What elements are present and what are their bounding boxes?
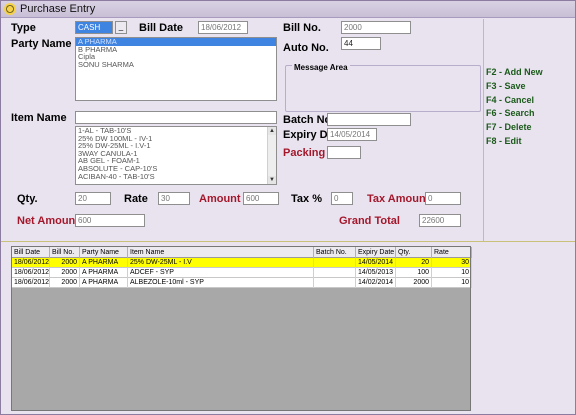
bill-no-label: Bill No. bbox=[283, 22, 321, 34]
item-list[interactable]: 1-AL - TAB-10'S 25% DW 100ML - IV-1 25% … bbox=[75, 126, 277, 185]
amount-label: Amount bbox=[199, 193, 241, 205]
grid-header: Bill Date Bill No. Party Name Item Name … bbox=[12, 247, 472, 258]
cell-rate: 10 bbox=[432, 278, 472, 288]
tax-pct-label: Tax % bbox=[291, 193, 322, 205]
col-expiry-date[interactable]: Expiry Date bbox=[356, 247, 396, 258]
type-select[interactable]: CASH bbox=[75, 21, 113, 34]
col-bill-no[interactable]: Bill No. bbox=[50, 247, 80, 258]
grand-total-label: Grand Total bbox=[339, 215, 400, 227]
cell-batch-no bbox=[314, 258, 356, 268]
bill-date-label: Bill Date bbox=[139, 22, 184, 34]
col-batch-no[interactable]: Batch No. bbox=[314, 247, 356, 258]
message-area-caption: Message Area bbox=[292, 63, 350, 72]
fkey-save[interactable]: F3 - Save bbox=[486, 81, 526, 91]
cell-bill-no: 2000 bbox=[50, 258, 80, 268]
cell-bill-date: 18/06/2012 bbox=[14, 258, 50, 268]
tax-pct-field[interactable]: 0 bbox=[331, 192, 353, 205]
item-name-label: Item Name bbox=[11, 112, 67, 124]
tax-amount-field[interactable]: 0 bbox=[425, 192, 461, 205]
item-list-scrollbar[interactable]: ▲ ▼ bbox=[267, 127, 276, 184]
type-dropdown-button[interactable]: _ bbox=[115, 21, 127, 34]
type-label: Type bbox=[11, 22, 36, 34]
batch-no-field[interactable] bbox=[327, 113, 411, 126]
divider-horizontal bbox=[1, 241, 575, 242]
net-amount-label: Net Amount bbox=[17, 215, 79, 227]
fkey-search[interactable]: F6 - Search bbox=[486, 108, 535, 118]
expiry-date-field[interactable]: 14/05/2014 bbox=[327, 128, 377, 141]
table-row[interactable]: 18/06/2012 2000 A PHARMA 25% DW-25ML - I… bbox=[12, 258, 472, 268]
tax-amount-label: Tax Amount bbox=[367, 193, 430, 205]
cell-party-name: A PHARMA bbox=[80, 268, 128, 278]
qty-field[interactable]: 20 bbox=[75, 192, 111, 205]
cell-qty: 2000 bbox=[396, 278, 432, 288]
cell-qty: 100 bbox=[396, 268, 432, 278]
cell-expiry-date: 14/05/2014 bbox=[356, 258, 396, 268]
list-item[interactable]: SONU SHARMA bbox=[76, 61, 276, 69]
auto-no-field[interactable]: 44 bbox=[341, 37, 381, 50]
party-name-label: Party Name bbox=[11, 38, 72, 50]
col-party-name[interactable]: Party Name bbox=[80, 247, 128, 258]
cell-item-name: ALBEZOLE-10ml - SYP bbox=[128, 278, 314, 288]
grand-total-field[interactable]: 22600 bbox=[419, 214, 461, 227]
cell-item-name: ADCEF - SYP bbox=[128, 268, 314, 278]
party-name-list[interactable]: A PHARMA B PHARMA Cipla SONU SHARMA bbox=[75, 37, 277, 101]
divider-vertical bbox=[483, 19, 484, 241]
net-amount-field[interactable]: 600 bbox=[75, 214, 145, 227]
fkey-edit[interactable]: F8 - Edit bbox=[486, 136, 522, 146]
table-row[interactable]: 18/06/2012 2000 A PHARMA ADCEF - SYP 14/… bbox=[12, 268, 472, 278]
bill-no-field[interactable]: 2000 bbox=[341, 21, 411, 34]
cell-expiry-date: 14/02/2014 bbox=[356, 278, 396, 288]
col-item-name[interactable]: Item Name bbox=[128, 247, 314, 258]
window-title: Purchase Entry bbox=[20, 3, 96, 15]
rate-label: Rate bbox=[124, 193, 148, 205]
cell-party-name: A PHARMA bbox=[80, 258, 128, 268]
cell-batch-no bbox=[314, 268, 356, 278]
purchase-grid[interactable]: Bill Date Bill No. Party Name Item Name … bbox=[11, 246, 472, 411]
cell-party-name: A PHARMA bbox=[80, 278, 128, 288]
cell-qty: 20 bbox=[396, 258, 432, 268]
cell-bill-no: 2000 bbox=[50, 278, 80, 288]
item-name-field[interactable] bbox=[75, 111, 277, 124]
message-area: Message Area bbox=[285, 63, 481, 112]
fkey-add-new[interactable]: F2 - Add New bbox=[486, 67, 543, 77]
cell-item-name: 25% DW-25ML - I.V bbox=[128, 258, 314, 268]
scroll-up-icon[interactable]: ▲ bbox=[268, 127, 276, 135]
bill-date-field[interactable]: 18/06/2012 bbox=[198, 21, 248, 34]
cell-rate: 30 bbox=[432, 258, 472, 268]
cell-expiry-date: 14/05/2013 bbox=[356, 268, 396, 278]
list-item[interactable]: B PHARMA bbox=[76, 45, 276, 54]
title-bar: Purchase Entry bbox=[1, 1, 575, 18]
auto-no-label: Auto No. bbox=[283, 42, 329, 54]
table-row[interactable]: 18/06/2012 2000 A PHARMA ALBEZOLE-10ml -… bbox=[12, 278, 472, 288]
packing-label: Packing bbox=[283, 147, 326, 159]
packing-field[interactable] bbox=[327, 146, 361, 159]
cell-bill-no: 2000 bbox=[50, 268, 80, 278]
fkey-cancel[interactable]: F4 - Cancel bbox=[486, 95, 534, 105]
cell-rate: 10 bbox=[432, 268, 472, 278]
cell-bill-date: 18/06/2012 bbox=[14, 268, 50, 278]
col-rate[interactable]: Rate bbox=[432, 247, 472, 258]
scroll-down-icon[interactable]: ▼ bbox=[268, 176, 276, 184]
list-item[interactable]: ACIBAN-40 - TAB-10'S bbox=[76, 172, 276, 181]
rate-field[interactable]: 30 bbox=[158, 192, 190, 205]
cell-bill-date: 18/06/2012 bbox=[14, 278, 50, 288]
col-bill-date[interactable]: Bill Date bbox=[12, 247, 50, 258]
qty-label: Qty. bbox=[17, 193, 38, 205]
purchase-entry-window: Purchase Entry Type CASH _ Bill Date 18/… bbox=[0, 0, 576, 415]
col-qty[interactable]: Qty. bbox=[396, 247, 432, 258]
fkey-delete[interactable]: F7 - Delete bbox=[486, 122, 532, 132]
cell-batch-no bbox=[314, 278, 356, 288]
amount-field[interactable]: 600 bbox=[243, 192, 279, 205]
app-icon bbox=[4, 3, 16, 15]
